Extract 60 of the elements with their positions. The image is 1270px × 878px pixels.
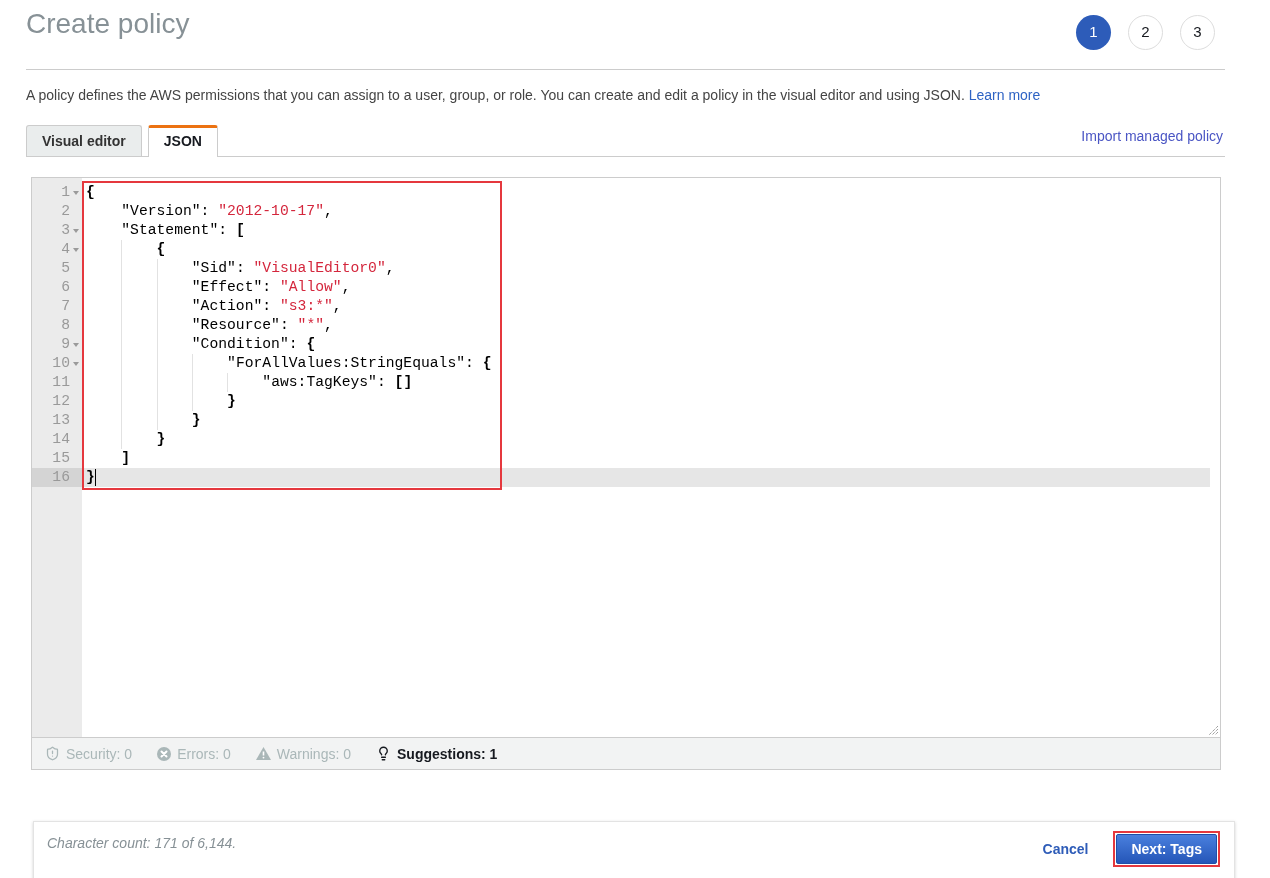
code-line: "Sid": "VisualEditor0",	[86, 259, 395, 278]
next-button[interactable]: Next: Tags	[1116, 834, 1217, 864]
fold-caret-icon[interactable]	[73, 228, 79, 233]
line-number: 13	[52, 411, 70, 430]
line-number: 8	[61, 316, 70, 335]
line-number: 11	[52, 373, 70, 392]
line-number: 5	[61, 259, 70, 278]
status-count-label: Errors: 0	[177, 744, 231, 764]
editor-tab[interactable]: Visual editor	[26, 125, 142, 156]
code-line: "Condition": {	[86, 335, 316, 354]
status-count-label: Security: 0	[66, 744, 133, 764]
line-number: 15	[52, 449, 70, 468]
cancel-link[interactable]: Cancel	[1042, 839, 1089, 859]
line-number: 16	[52, 468, 70, 487]
fold-caret-icon[interactable]	[73, 247, 79, 252]
character-count: Character count: 171 of 6,144.	[47, 834, 237, 852]
code-line: }	[86, 392, 236, 411]
policy-description: A policy defines the AWS permissions that you can assign to a user, group, or role. You can create and edit a policy in the visual editor and using JSON. Learn more	[26, 86, 1042, 105]
fold-caret-icon[interactable]	[73, 190, 79, 195]
line-number: 1	[61, 183, 70, 202]
resize-handle-icon[interactable]	[1209, 726, 1218, 735]
line-number: 3	[61, 221, 70, 240]
import-policy-link[interactable]: Import managed policy	[1081, 126, 1223, 146]
code-line: ]	[120, 449, 131, 468]
code-line: "Version": "2012-10-17",	[120, 202, 333, 221]
code-line: {	[86, 240, 166, 259]
code-line: "aws:TagKeys": []	[86, 373, 413, 392]
line-number: 14	[52, 430, 70, 449]
step-indicator: 2	[1128, 15, 1163, 50]
code-line: "Statement": [	[120, 221, 245, 240]
step-indicator: 1	[1076, 15, 1111, 50]
code-line: }	[86, 468, 95, 487]
code-editor[interactable]	[32, 178, 1220, 737]
code-line: "Effect": "Allow",	[86, 278, 351, 297]
code-line: {	[86, 183, 95, 202]
line-number: 7	[61, 297, 70, 316]
learn-more-link[interactable]: Learn more	[968, 87, 1041, 103]
line-number: 10	[52, 354, 70, 373]
code-line: }	[86, 411, 201, 430]
lightbulb-icon	[376, 746, 391, 761]
text-cursor-icon	[94, 469, 96, 486]
shield-alert-icon	[45, 746, 60, 761]
editor-tab[interactable]: JSON	[147, 125, 218, 157]
fold-caret-icon[interactable]	[73, 361, 79, 366]
step-indicator: 3	[1180, 15, 1215, 50]
line-number: 4	[61, 240, 70, 259]
code-line: "ForAllValues:StringEquals": {	[86, 354, 492, 373]
code-line: "Action": "s3:*",	[86, 297, 342, 316]
code-line: "Resource": "*",	[86, 316, 333, 335]
warning-icon	[255, 747, 271, 760]
line-number: 2	[61, 202, 70, 221]
status-count-label: Suggestions: 1	[397, 744, 498, 764]
fold-caret-icon[interactable]	[73, 342, 79, 347]
page-title: Create policy	[26, 8, 190, 40]
line-number: 6	[61, 278, 70, 297]
code-line: }	[86, 430, 166, 449]
line-number: 9	[61, 335, 70, 354]
x-circle-icon	[157, 746, 172, 761]
line-number: 12	[52, 392, 70, 411]
status-count-label: Warnings: 0	[276, 744, 351, 764]
